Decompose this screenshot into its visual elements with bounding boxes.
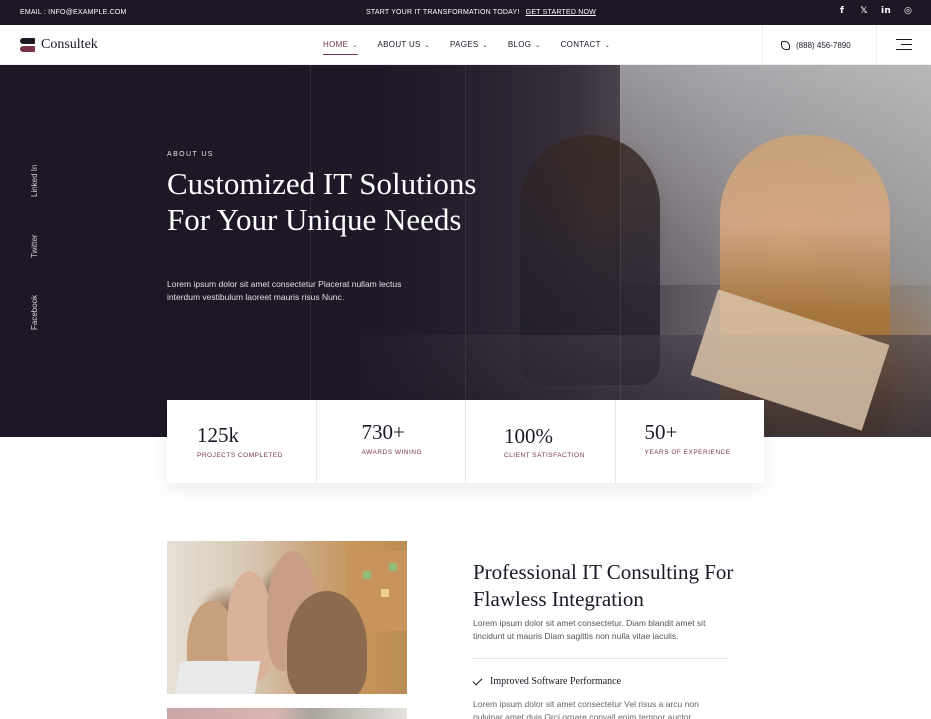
phone-number: (888) 456-7890 [796,40,851,50]
logo[interactable]: Consultek [20,37,98,53]
chevron-down-icon: ⌄ [535,43,541,49]
stat-value: 730+ [361,420,405,444]
stat-item: 50+ YEARS OF EXPERIENCE [616,400,765,483]
photo-person [287,591,367,694]
chevron-down-icon: ⌄ [352,43,358,49]
photo-note [381,589,389,597]
stat-item: 100% CLIENT SATISFACTION [466,400,616,483]
chevron-down-icon: ⌄ [424,43,431,49]
instagram-icon[interactable]: ◎ [903,6,913,16]
side-link-twitter[interactable]: Twitter [30,234,39,258]
nav-contact-label: CONTACT [560,40,601,49]
section-divider [473,658,728,659]
phone-icon [781,40,790,50]
hero-grid-line [465,65,466,437]
phone-link[interactable]: (888) 456-7890 [762,25,877,65]
hero-lead: Lorem ipsum dolor sit amet consectetur P… [167,279,402,302]
linkedin-icon[interactable]: in [881,6,891,16]
stats-bar: 125k PROJECTS COMPLETED 730+ AWARDS WINI… [167,400,764,483]
chevron-down-icon: ⌄ [482,43,488,49]
nav-home-label: HOME [323,40,349,49]
hero-title: Customized IT Solutions For Your Unique … [167,166,477,237]
hero-grid-line [310,65,311,437]
photo-note [363,571,371,579]
feature-title: Improved Software Performance [490,676,622,687]
logo-text: Consultek [41,37,98,52]
section-description: Lorem ipsum dolor sit amet consectetur. … [473,618,706,641]
menu-icon[interactable] [896,39,912,51]
feature-item: Improved Software Performance [472,675,622,687]
chevron-down-icon: ⌄ [604,43,611,49]
facebook-icon[interactable]: f [837,6,847,16]
x-icon[interactable]: 𝕏 [859,6,869,16]
stat-label: CLIENT SATISFACTION [504,452,585,459]
hero-overlay [0,65,600,437]
photo-laptop [173,661,261,694]
stat-item: 730+ AWARDS WINING [317,400,466,483]
stat-value: 125k [197,423,239,447]
team-photo [167,541,407,694]
nav-about-us[interactable]: ABOUT US ⌄ [378,40,430,53]
nav-about-label: ABOUT US [377,40,421,49]
side-link-linkedin[interactable]: Linked In [30,165,39,197]
stat-label: AWARDS WINING [361,449,423,456]
stat-item: 125k PROJECTS COMPLETED [167,400,317,483]
site-header: Consultek HOME ⌄ ABOUT US ⌄ PAGES ⌄ BLOG ⌄ C… [0,25,931,65]
promo-message: START YOUR IT TRANSFORMATION TODAY! [366,9,520,16]
side-link-facebook[interactable]: Facebook [30,295,39,330]
contact-email[interactable]: EMAIL : INFO@EXAMPLE.COM [20,9,127,16]
promo-text: START YOUR IT TRANSFORMATION TODAY! GET … [366,9,596,16]
stat-value: 100% [504,424,553,448]
secondary-photo [167,708,407,719]
section-title: Professional IT Consulting For Flawless … [473,560,734,611]
nav-pages-label: PAGES [450,40,479,49]
social-links: f 𝕏 in ◎ [837,6,913,16]
top-bar: EMAIL : INFO@EXAMPLE.COM START YOUR IT T… [0,0,931,25]
hero-section: Linked In Twitter Facebook ABOUT US Cust… [0,65,931,437]
stat-label: PROJECTS COMPLETED [197,452,283,459]
get-started-link[interactable]: GET STARTED NOW [526,9,596,16]
stat-value: 50+ [644,420,678,444]
main-nav: HOME ⌄ ABOUT US ⌄ PAGES ⌄ BLOG ⌄ CONTACT ⌄ [323,40,630,55]
nav-contact[interactable]: CONTACT ⌄ [561,40,611,53]
hero-grid-line [620,65,621,437]
nav-pages[interactable]: PAGES ⌄ [450,40,488,53]
nav-blog[interactable]: BLOG ⌄ [508,40,541,53]
nav-home[interactable]: HOME ⌄ [323,40,358,55]
stat-label: YEARS OF EXPERIENCE [644,449,731,456]
check-icon [472,675,483,685]
nav-blog-label: BLOG [507,40,532,49]
logo-mark-icon [20,38,35,52]
hero-eyebrow: ABOUT US [167,151,214,158]
photo-note [389,563,397,571]
feature-description: Lorem ipsum dolor sit amet consectetur V… [473,699,699,719]
